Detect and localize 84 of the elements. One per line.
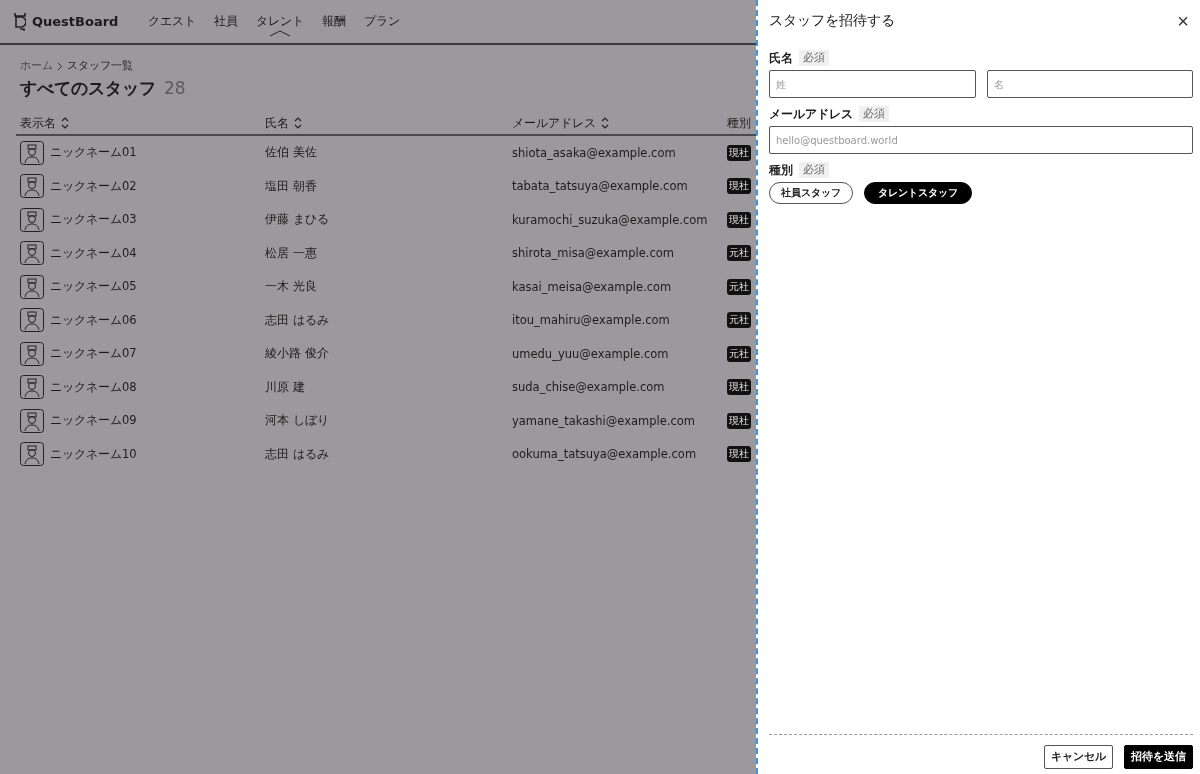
panel-title: スタッフを招待する bbox=[769, 12, 895, 30]
column-header[interactable]: メールアドレス bbox=[508, 115, 596, 131]
nav-tab[interactable]: 報酬 bbox=[322, 10, 347, 33]
display-name: ニックネーム08 bbox=[50, 379, 137, 395]
name-cell: 松居 一惠 bbox=[265, 245, 317, 261]
logo-icon bbox=[14, 11, 26, 32]
display-name: ニックネーム03 bbox=[50, 212, 137, 228]
email-cell: shiota_asaka@example.com bbox=[512, 145, 676, 160]
avatar-icon bbox=[20, 174, 44, 199]
required-tag: 必須 bbox=[799, 162, 829, 178]
last-name-field[interactable]: 姓 bbox=[769, 70, 976, 98]
name-cell: 塩田 朝香 bbox=[265, 178, 317, 194]
type-badge: 現社 bbox=[727, 379, 751, 396]
field-label: メールアドレス bbox=[769, 106, 853, 122]
type-badge: 元社 bbox=[727, 312, 751, 329]
email-cell: suda_chise@example.com bbox=[512, 380, 665, 395]
avatar-icon bbox=[20, 341, 44, 366]
type-badge: 現社 bbox=[727, 178, 751, 195]
avatar-icon bbox=[20, 442, 44, 467]
avatar-icon bbox=[20, 308, 44, 333]
type-badge: 元社 bbox=[727, 245, 751, 262]
cancel-button[interactable]: キャンセル bbox=[1044, 745, 1113, 769]
display-name: ニックネーム05 bbox=[50, 279, 137, 295]
required-tag: 必須 bbox=[859, 106, 889, 122]
name-cell: 川原 建 bbox=[265, 379, 305, 395]
nav-tab[interactable]: タレント bbox=[256, 10, 305, 33]
breadcrumb-link[interactable]: ホーム bbox=[20, 59, 53, 73]
display-name: ニックネーム01 bbox=[50, 145, 137, 161]
email-cell: umedu_yuu@example.com bbox=[512, 346, 669, 361]
column-header[interactable]: 表示名 bbox=[16, 115, 56, 131]
type-option[interactable]: タレントスタッフ bbox=[864, 182, 972, 204]
nav-tab[interactable]: クエスト bbox=[148, 10, 197, 33]
breadcrumb-current: スタッフ一覧 bbox=[67, 59, 133, 73]
name-cell: 綾小路 俊介 bbox=[265, 346, 329, 362]
type-option[interactable]: 社員スタッフ bbox=[769, 182, 853, 204]
type-badge: 現社 bbox=[727, 446, 751, 463]
required-tag: 必須 bbox=[799, 50, 829, 66]
submit-button[interactable]: 招待を送信 bbox=[1124, 745, 1193, 769]
name-cell: 志田 はるみ bbox=[265, 312, 329, 328]
chevron-icon bbox=[57, 61, 63, 71]
email-cell: kuramochi_suzuka@example.com bbox=[512, 212, 708, 227]
sort-icon[interactable] bbox=[294, 117, 302, 129]
column-header[interactable]: 氏名 bbox=[261, 115, 289, 131]
avatar-icon bbox=[20, 274, 44, 299]
email-cell: itou_mahiru@example.com bbox=[512, 313, 670, 328]
field-label: 氏名 bbox=[769, 50, 793, 66]
type-badge: 現社 bbox=[727, 211, 751, 228]
email-cell: kasai_meisa@example.com bbox=[512, 279, 672, 294]
column-header[interactable]: 種別 bbox=[723, 115, 751, 131]
email-cell: shirota_misa@example.com bbox=[512, 246, 674, 261]
staff-count: 28 bbox=[164, 78, 186, 98]
avatar-icon bbox=[20, 241, 44, 266]
type-badge: 元社 bbox=[727, 345, 751, 362]
avatar-icon bbox=[20, 140, 44, 165]
avatar-icon bbox=[20, 375, 44, 400]
close-button[interactable]: × bbox=[1173, 11, 1193, 31]
email-cell: tabata_tatsuya@example.com bbox=[512, 179, 688, 194]
type-badge: 現社 bbox=[727, 412, 751, 429]
nav-tab[interactable]: 社員 bbox=[214, 10, 239, 33]
sort-icon[interactable] bbox=[601, 117, 609, 129]
email-cell: yamane_takashi@example.com bbox=[512, 413, 695, 428]
sort-icon[interactable] bbox=[61, 117, 69, 129]
page-title: すべてのスタッフ bbox=[20, 77, 156, 100]
name-cell: 河本 しぼり bbox=[265, 413, 329, 429]
logo-text: QuestBoard bbox=[32, 14, 119, 29]
type-badge: 元社 bbox=[727, 278, 751, 295]
name-cell: 佐伯 美佐 bbox=[265, 145, 317, 161]
type-badge: 現社 bbox=[727, 144, 751, 161]
display-name: ニックネーム06 bbox=[50, 312, 137, 328]
email-cell: ookuma_tatsuya@example.com bbox=[512, 447, 697, 462]
display-name: ニックネーム09 bbox=[50, 413, 137, 429]
nav-tab[interactable]: プラン bbox=[364, 10, 401, 33]
first-name-field[interactable]: 名 bbox=[986, 70, 1193, 98]
field-label: 種別 bbox=[769, 162, 793, 178]
display-name: ニックネーム04 bbox=[50, 245, 137, 261]
name-cell: 伊藤 まひる bbox=[265, 212, 329, 228]
name-cell: 一木 光良 bbox=[265, 279, 317, 295]
display-name: ニックネーム02 bbox=[50, 178, 137, 194]
email-field[interactable]: hello@questboard.world bbox=[769, 126, 1193, 154]
display-name: ニックネーム10 bbox=[50, 446, 137, 462]
avatar-icon bbox=[20, 408, 44, 433]
display-name: ニックネーム07 bbox=[50, 346, 137, 362]
avatar-icon bbox=[20, 207, 44, 232]
name-cell: 志田 はるみ bbox=[265, 446, 329, 462]
